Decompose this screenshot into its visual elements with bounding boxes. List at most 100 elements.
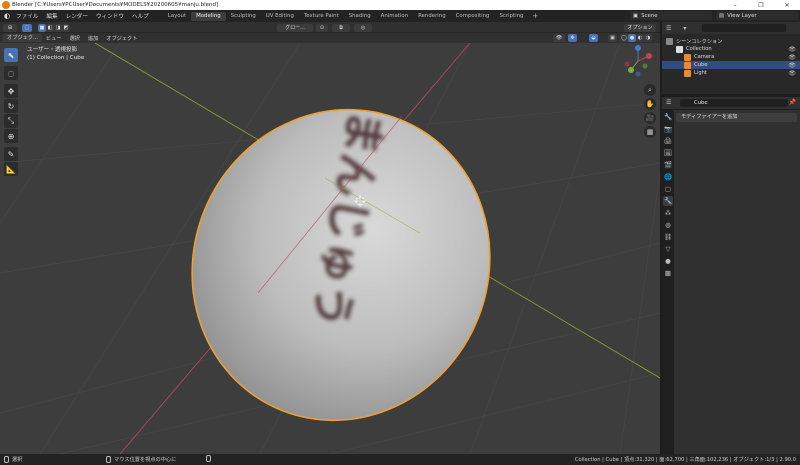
blender-menu-icon[interactable]: ◐ [2, 11, 12, 21]
eye-icon[interactable]: 👁 [788, 62, 796, 69]
render-icon[interactable]: 📷 [663, 124, 673, 134]
status-center-label: マウス位置を視点の中心に [114, 457, 177, 463]
properties-editor-icon[interactable]: ☰ [666, 99, 671, 106]
status-bar: 選択 マウス位置を視点の中心に Collection | Cube | 頂点:3… [0, 454, 800, 465]
outliner-scene-collection[interactable]: シーンコレクション [662, 37, 800, 45]
viewport-tool-header: ⊞ ▢ ■ ◧ ◨ ◩ グロー... ⊙ ⧉ ◎ オプション [0, 22, 660, 33]
zoom-icon[interactable]: ⌕ [644, 84, 656, 96]
pivot-point-button[interactable]: ⊙ [316, 23, 328, 32]
outliner-item-cube[interactable]: Cube 👁 [662, 61, 800, 69]
select-tool-icon[interactable]: ⬉ [4, 48, 18, 62]
scene-icon[interactable]: 🎬 [663, 160, 673, 170]
menu-add[interactable]: 追加 [84, 35, 102, 42]
status-context-hint [206, 455, 211, 464]
menu-window[interactable]: ウィンドウ [92, 12, 128, 20]
menu-render[interactable]: レンダー [62, 12, 92, 20]
eye-icon[interactable]: 👁 [788, 46, 796, 53]
physics-icon[interactable]: ◍ [663, 220, 673, 230]
tab-sculpting[interactable]: Sculpting [226, 12, 261, 21]
editor-type-button[interactable]: ⊞ [3, 23, 17, 32]
tab-modeling[interactable]: Modeling [191, 11, 226, 21]
menu-help[interactable]: ヘルプ [128, 12, 153, 20]
pin-icon[interactable]: 📌 [789, 99, 796, 106]
shading-solid-button[interactable]: ● [628, 34, 636, 42]
title-bar: Blender [C:¥Users¥PCUser¥Documents¥MODEL… [0, 0, 800, 10]
scale-tool-icon[interactable]: ⤡ [4, 114, 18, 128]
menu-view[interactable]: ビュー [42, 35, 66, 42]
close-button[interactable]: ✕ [774, 0, 800, 10]
view-layer-icon[interactable]: 🖼 [663, 148, 673, 158]
options-button[interactable]: オプション [624, 23, 656, 32]
constraints-icon[interactable]: ⛓ [663, 232, 673, 242]
menu-select[interactable]: 選択 [65, 35, 83, 42]
tab-compositing[interactable]: Compositing [451, 12, 495, 21]
transform-orientation-dropdown[interactable]: グロー... [277, 23, 313, 32]
tool-settings-icon[interactable]: 🔧 [663, 112, 673, 122]
view-layer-selector[interactable]: ▤ View Layer [716, 11, 798, 20]
menu-file[interactable]: ファイル [12, 12, 42, 20]
proportional-edit-button[interactable]: ◎ [354, 23, 372, 32]
texture-icon[interactable]: ▩ [663, 268, 673, 278]
mode-selector[interactable]: オブジェク... [3, 34, 42, 42]
data-mesh-icon[interactable]: ▽ [663, 244, 673, 254]
world-icon[interactable]: 🌐 [663, 172, 673, 182]
annotate-tool-icon[interactable]: ✎ [4, 147, 18, 161]
shading-material-button[interactable]: ◐ [636, 34, 644, 42]
rotate-tool-icon[interactable]: ↻ [4, 99, 18, 113]
shading-wireframe-button[interactable]: ◯ [620, 34, 628, 42]
visibility-button[interactable]: 👁 [553, 34, 565, 42]
eye-icon[interactable]: 👁 [788, 70, 796, 77]
tab-texture-paint[interactable]: Texture Paint [299, 12, 344, 21]
outliner-item-label: Light [694, 70, 707, 76]
tab-uv-editing[interactable]: UV Editing [261, 12, 299, 21]
xray-toggle-button[interactable]: ▣ [608, 34, 617, 42]
outliner-item-collection[interactable]: Collection 👁 [662, 45, 800, 53]
scene-selector[interactable]: ▣ Scene [630, 11, 712, 20]
tab-shading[interactable]: Shading [344, 12, 376, 21]
transform-tool-icon[interactable]: ⊕ [4, 129, 18, 143]
outliner-filter-icon[interactable]: ▾ [683, 25, 686, 32]
particles-icon[interactable]: ⁂ [663, 208, 673, 218]
object-name-field[interactable]: Cube [680, 99, 788, 107]
3d-viewport[interactable]: まんじゅう ユーザー・透視投影 (1) Collection | Cube [0, 43, 660, 454]
modifier-wrench-icon[interactable]: 🔧 [663, 196, 673, 206]
material-icon[interactable]: ● [663, 256, 673, 266]
status-select-hint: 選択 [4, 456, 22, 463]
add-modifier-dropdown[interactable]: モディファイアーを追加 [676, 113, 797, 122]
maximize-button[interactable]: ❐ [748, 0, 774, 10]
select-mode-extend-button[interactable]: ◧ [46, 23, 54, 32]
camera-view-icon[interactable]: 🎥 [644, 112, 656, 124]
pan-hand-icon[interactable]: ✋ [644, 98, 656, 110]
eye-icon[interactable]: 👁 [788, 54, 796, 61]
scene-label: Scene [641, 12, 658, 19]
menu-object[interactable]: オブジェクト [102, 35, 141, 42]
minimize-button[interactable]: – [722, 0, 748, 10]
snap-button[interactable]: ⧉ [332, 23, 350, 32]
overlay-toggle-button[interactable]: ◒ [589, 34, 598, 42]
tab-animation[interactable]: Animation [376, 12, 413, 21]
tab-rendering[interactable]: Rendering [413, 12, 451, 21]
cursor-tool-icon[interactable]: ◌ [4, 66, 18, 80]
tool-shelf: ⬉ ◌ ✥ ↻ ⤡ ⊕ ✎ 📐 [4, 48, 20, 177]
shading-rendered-button[interactable]: ◑ [644, 34, 652, 42]
outliner-editor-icon[interactable]: ☰ [666, 25, 671, 32]
tab-layout[interactable]: Layout [163, 12, 191, 21]
top-bar: ◐ ファイル 編集 レンダー ウィンドウ ヘルプ Layout Modeling… [0, 10, 800, 22]
outliner-item-camera[interactable]: Camera 👁 [662, 53, 800, 61]
outliner-item-light[interactable]: Light 👁 [662, 69, 800, 77]
select-mode-subtract-button[interactable]: ◨ [54, 23, 62, 32]
tab-scripting[interactable]: Scripting [494, 12, 528, 21]
ortho-grid-icon[interactable]: ▦ [644, 126, 656, 138]
object-icon[interactable]: ▢ [663, 184, 673, 194]
navigation-gizmo[interactable] [619, 42, 657, 80]
move-tool-icon[interactable]: ✥ [4, 84, 18, 98]
select-mode-invert-button[interactable]: ◩ [62, 23, 70, 32]
select-mode-new-button[interactable]: ■ [38, 23, 46, 32]
outliner-search-input[interactable] [702, 24, 786, 32]
add-workspace-button[interactable]: + [528, 12, 542, 20]
output-icon[interactable]: 🖨 [663, 136, 673, 146]
select-box-button[interactable]: ▢ [22, 23, 32, 32]
gizmo-toggle-button[interactable]: ✥ [568, 34, 577, 42]
measure-tool-icon[interactable]: 📐 [4, 162, 18, 176]
menu-edit[interactable]: 編集 [42, 12, 61, 20]
